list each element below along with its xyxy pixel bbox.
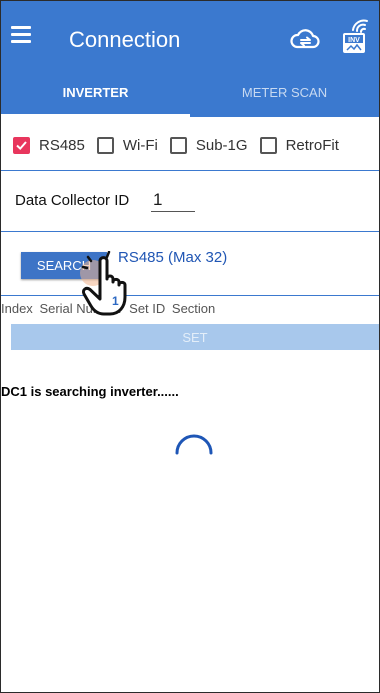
page-title: Connection	[69, 27, 181, 52]
divider	[1, 295, 379, 296]
set-button[interactable]: SET	[11, 324, 379, 350]
status-text: DC1 is searching inverter......	[1, 384, 179, 399]
checkbox-unchecked-icon	[169, 136, 187, 154]
checkbox-label: RS485	[39, 136, 85, 154]
checkbox-retrofit[interactable]: RetroFit	[259, 136, 339, 154]
inv-badge-text: INV	[348, 37, 360, 44]
app-bar: Connection INV	[1, 1, 379, 67]
column-index: Index	[1, 301, 33, 316]
tap-hand-cursor-icon	[80, 251, 127, 316]
tab-meter-scan[interactable]: METER SCAN	[190, 67, 379, 117]
result-count-badge: 1	[112, 294, 119, 308]
menu-icon[interactable]	[11, 23, 33, 45]
active-tab-indicator	[1, 114, 190, 117]
checkbox-label: Sub-1G	[195, 136, 248, 154]
checkbox-sub1g[interactable]: Sub-1G	[169, 136, 248, 154]
checkbox-label: RetroFit	[285, 136, 339, 154]
data-collector-label: Data Collector ID	[15, 192, 130, 209]
data-collector-id-input[interactable]: 1	[151, 190, 195, 212]
screen: Connection INV INVERTER METER SCAN RS485…	[0, 0, 380, 693]
inverter-wifi-icon[interactable]: INV	[341, 19, 375, 55]
checkbox-unchecked-icon	[96, 136, 114, 154]
divider	[1, 170, 379, 171]
tab-inverter[interactable]: INVERTER	[1, 67, 190, 117]
loading-spinner-icon	[175, 434, 213, 455]
checkbox-wifi[interactable]: Wi-Fi	[96, 136, 158, 154]
checkbox-rs485[interactable]: RS485	[13, 136, 85, 154]
checkbox-checked-icon	[13, 136, 30, 154]
checkbox-label: Wi-Fi	[122, 136, 158, 154]
checkbox-unchecked-icon	[259, 136, 277, 154]
column-section: Section	[171, 301, 216, 316]
divider	[1, 231, 379, 232]
cloud-sync-icon[interactable]	[289, 26, 321, 52]
connection-type-group: RS485 Wi-Fi Sub-1G RetroFit	[13, 134, 351, 156]
tab-bar: INVERTER METER SCAN	[1, 67, 379, 117]
